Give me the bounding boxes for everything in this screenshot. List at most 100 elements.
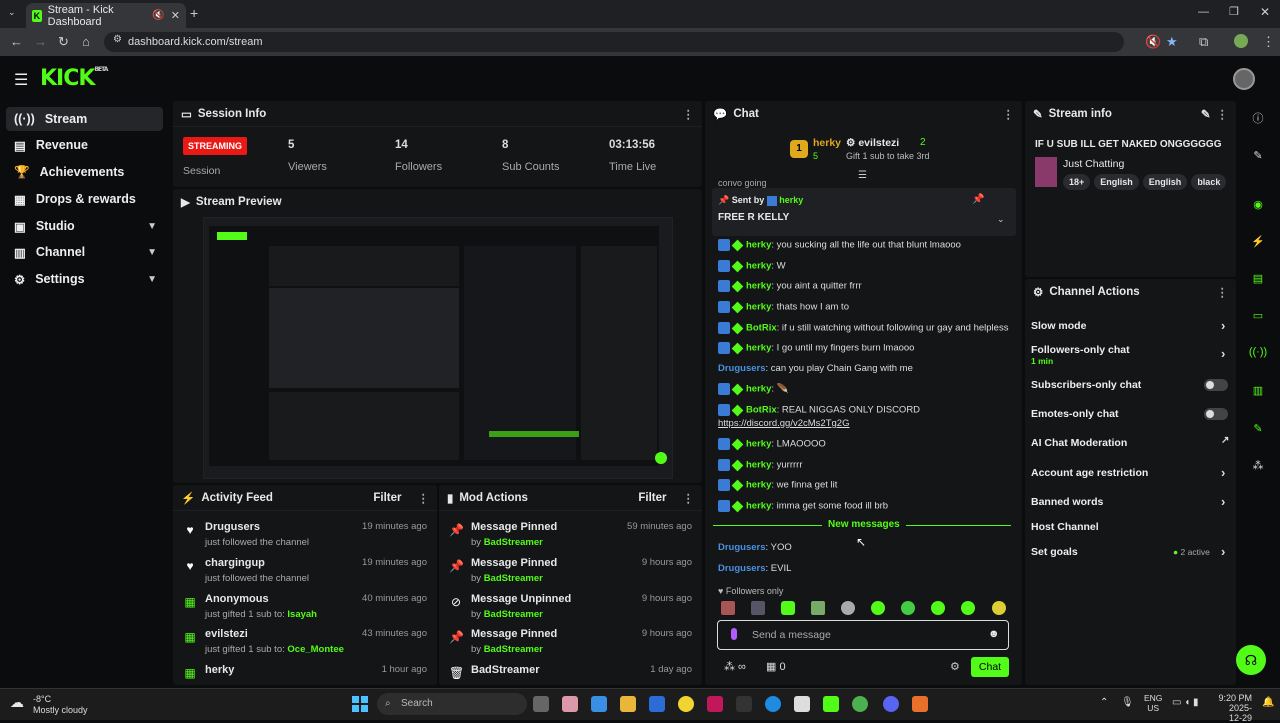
message-icon[interactable]: ▭ [1248,305,1268,325]
kebab-menu-icon[interactable]: ⋮ [683,491,695,505]
taskbar-app-icon[interactable] [533,696,549,712]
apps-icon[interactable]: ⁂ [1248,455,1268,475]
taskbar-app-icon[interactable] [562,696,578,712]
hamburger-menu-icon[interactable]: ☰ [14,70,28,90]
pinned-message[interactable]: 📌 Sent by herky FREE R KELLY 📌 ⌄ [712,188,1016,236]
tag[interactable]: 18+ [1063,174,1091,190]
mod-row[interactable]: ⊘ Message Unpinned by BadStreamer 9 hours a… [439,591,702,627]
lightning-icon[interactable]: ⚡ [1248,231,1268,251]
category-name[interactable]: Just Chatting [1063,158,1124,170]
emote-icon[interactable] [871,601,885,615]
filter-button[interactable]: Filter [373,492,401,504]
chat-message[interactable]: herky: we finna get lit [718,479,837,491]
chat-message[interactable]: Drugusers: can you play Chain Gang with … [718,363,913,374]
slow-mode-item[interactable]: Slow mode › [1031,318,1225,333]
filter-lines-icon[interactable]: ☰ [858,170,867,181]
taskbar-app-icon[interactable] [649,696,665,712]
account-age-item[interactable]: Account age restriction › [1031,465,1225,480]
kebab-menu-icon[interactable]: ⋮ [683,107,695,121]
kebab-menu-icon[interactable]: ⋮ [1217,285,1229,299]
chrome-taskbar-icon[interactable] [852,696,868,712]
browser-menu-icon[interactable]: ⋮ [1262,34,1275,50]
taskbar-app-icon[interactable] [736,696,752,712]
network-icon[interactable]: ▭ ◖ ▮ [1172,697,1199,708]
emotes-only-item[interactable]: Emotes-only chat [1031,408,1119,420]
chat-input[interactable]: Send a message ☻ [717,620,1009,650]
chat-message[interactable]: Drugusers: YOO [718,542,792,553]
minimize-icon[interactable]: — [1198,6,1209,18]
activity-row[interactable]: ♥ chargingup just followed the channel 19 m… [173,555,437,591]
gifter2-name[interactable]: ⚙ evilstezi [846,137,899,149]
mic-tray-icon[interactable]: 🎙 [1121,697,1134,708]
sidebar-item-achievements[interactable]: 🏆 Achievements [6,160,163,184]
chat-message[interactable]: herky: LMAOOOO [718,438,826,450]
sidebar-item-studio[interactable]: ▣ Studio ▼ [6,214,163,238]
chat-message[interactable]: Drugusers: EVIL [718,563,791,574]
user-avatar[interactable] [1233,68,1255,90]
info-icon[interactable]: ⓘ [1248,108,1268,128]
chat-message[interactable]: herky: imma get some food ill brb [718,500,888,512]
windows-start-icon[interactable] [352,696,368,712]
emote-icon[interactable] [841,601,855,615]
chat-link[interactable]: https://discord.gg/v2cMs2Tg2G [718,418,849,429]
emote-icon[interactable] [961,601,975,615]
activity-row[interactable]: ▦ herky 1 hour ago [173,662,437,685]
host-channel-item[interactable]: Host Channel [1031,521,1099,533]
kebab-menu-icon[interactable]: ⋮ [418,491,430,505]
sidebar-item-channel[interactable]: ▥ Channel ▼ [6,240,163,264]
taskbar-app-icon[interactable] [912,696,928,712]
site-info-icon[interactable]: ⚙ [113,34,122,45]
taskbar-search[interactable]: ⌕ Search [377,693,527,715]
tag[interactable]: English [1142,174,1188,190]
language-indicator[interactable]: ENG US [1144,693,1162,713]
chat-message[interactable]: herky: W [718,260,786,272]
chat-settings-icon[interactable]: ⚙ [950,660,960,673]
chat-message[interactable]: BotRix: if u still watching without foll… [718,322,1008,334]
emote-icon[interactable] [901,601,915,615]
microphone-icon[interactable] [731,628,737,640]
followers-only-item[interactable]: Followers-only chat 1 min › [1031,344,1225,366]
points-counter[interactable]: ▦ 0 [766,660,786,673]
chat-message[interactable]: herky: you sucking all the life out that… [718,239,961,251]
wrench-icon[interactable]: ✎ [1248,418,1268,438]
close-window-icon[interactable]: ✕ [1260,5,1270,19]
mod-row[interactable]: 📌 Message Pinned by BadStreamer 59 minutes … [439,519,702,555]
clipboard-icon[interactable]: ▤ [1248,268,1268,288]
tag[interactable]: black [1191,174,1227,190]
emotes-only-toggle[interactable] [1204,408,1228,420]
tab-audio-icon[interactable]: 🔇 [1145,34,1161,50]
taskbar-app-icon[interactable] [678,696,694,712]
set-goals-item[interactable]: Set goals ● 2 active › [1031,544,1225,559]
taskbar-app-icon[interactable] [765,696,781,712]
forward-icon[interactable]: → [34,34,47,49]
edit-icon[interactable]: ✎ [1201,107,1211,121]
banned-words-item[interactable]: Banned words › [1031,494,1225,509]
weather-icon[interactable]: ☁ [10,694,24,711]
browser-tab[interactable]: K Stream - Kick Dashboard 🔇 ✕ [26,3,186,28]
mod-row[interactable]: 📌 Message Pinned by BadStreamer 9 hours ago [439,626,702,662]
extensions-icon[interactable]: ⧉ [1199,34,1208,50]
kebab-menu-icon[interactable]: ⋮ [1217,107,1229,121]
help-chat-button[interactable]: ☊ [1236,645,1266,675]
emote-icon[interactable] [721,601,735,615]
chat-message[interactable]: herky: I go until my fingers burn lmaooo [718,342,914,354]
taskbar-app-icon[interactable] [620,696,636,712]
chat-message[interactable]: herky: 🪶 [718,383,788,395]
tag[interactable]: English [1094,174,1139,190]
emote-icon[interactable] [811,601,825,615]
emote-icon[interactable] [751,601,765,615]
emoji-icon[interactable]: ☻ [988,628,1000,640]
send-chat-button[interactable]: Chat [971,657,1009,677]
chat-message[interactable]: herky: yurrrrr [718,459,803,471]
taskbar-app-icon[interactable] [794,696,810,712]
sidebar-item-revenue[interactable]: ▤ Revenue [6,133,163,157]
sidebar-item-stream[interactable]: ((·)) Stream [6,107,163,131]
back-icon[interactable]: ← [10,34,23,49]
new-tab-icon[interactable]: + [190,5,198,21]
emote-icon[interactable] [992,601,1006,615]
ai-moderation-item[interactable]: AI Chat Moderation ↗ [1031,435,1229,449]
kick-logo[interactable]: KICKBETA [40,66,108,91]
chat-message[interactable]: BotRix: REAL NIGGAS ONLY DISCORD [718,404,920,416]
chevron-down-icon[interactable]: ⌄ [997,214,1005,225]
tab-list-icon[interactable]: ⌄ [8,7,16,18]
